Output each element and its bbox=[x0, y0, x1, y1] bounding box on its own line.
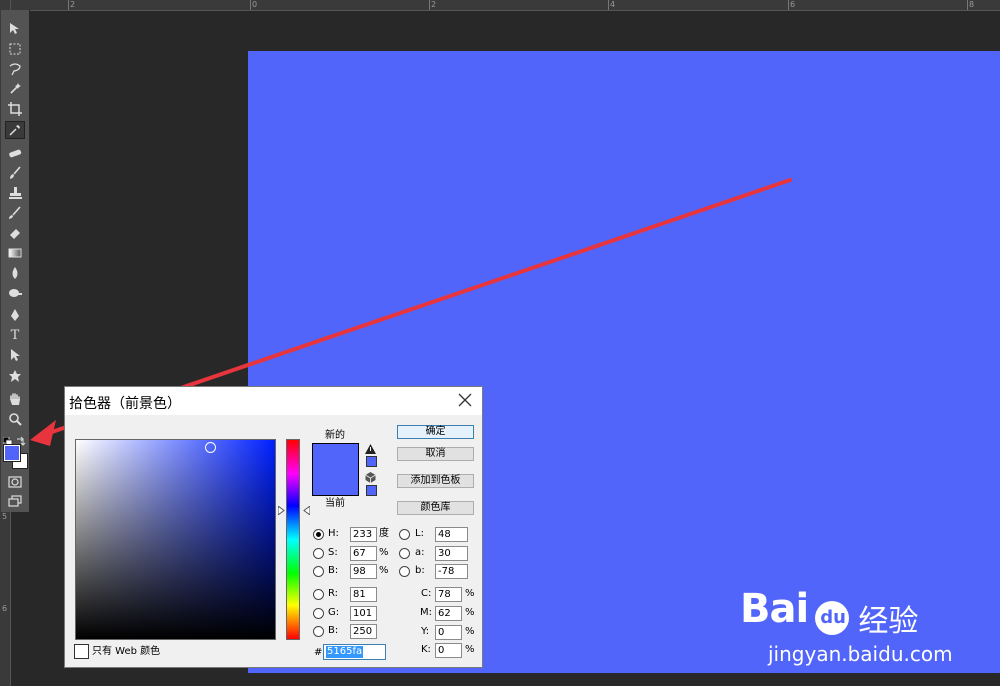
new-color-swatch bbox=[312, 443, 359, 496]
add-to-swatches-button[interactable]: 添加到色板 bbox=[397, 474, 474, 488]
dialog-titlebar[interactable]: 拾色器（前景色） bbox=[65, 387, 482, 415]
hue-slider-handle-left[interactable] bbox=[277, 505, 285, 518]
cyan-label: C: bbox=[421, 588, 432, 599]
dialog-title: 拾色器（前景色） bbox=[69, 396, 181, 412]
ok-button[interactable]: 确定 bbox=[397, 425, 474, 439]
color-libraries-button[interactable]: 颜色库 bbox=[397, 501, 474, 515]
cyan-unit: % bbox=[465, 588, 475, 599]
brightness-field[interactable]: 98 bbox=[350, 564, 377, 579]
close-button[interactable] bbox=[458, 393, 472, 407]
magenta-unit: % bbox=[465, 607, 475, 618]
black-unit: % bbox=[465, 644, 475, 655]
brightness-radio[interactable] bbox=[313, 566, 324, 577]
saturation-label: S: bbox=[328, 547, 338, 558]
yellow-unit: % bbox=[465, 626, 475, 637]
hue-slider-handle-right[interactable] bbox=[303, 505, 311, 518]
lab-b-label: b: bbox=[415, 565, 425, 576]
lab-a-radio[interactable] bbox=[399, 548, 410, 559]
saturation-field[interactable]: 67 bbox=[350, 546, 377, 561]
blue-radio[interactable] bbox=[313, 626, 324, 637]
lab-l-radio[interactable] bbox=[399, 529, 410, 540]
yellow-label: Y: bbox=[421, 626, 430, 637]
saturation-brightness-field[interactable] bbox=[75, 439, 276, 640]
black-label: K: bbox=[421, 644, 431, 655]
magenta-label: M: bbox=[420, 607, 432, 618]
lab-b-radio[interactable] bbox=[399, 566, 410, 577]
current-color-label: 当前 bbox=[325, 498, 345, 509]
close-icon bbox=[458, 393, 472, 407]
hue-unit: 度 bbox=[379, 528, 389, 539]
red-label: R: bbox=[328, 588, 339, 599]
black-field[interactable]: 0 bbox=[435, 643, 462, 658]
lab-b-field[interactable]: -78 bbox=[435, 564, 468, 579]
red-radio[interactable] bbox=[313, 589, 324, 600]
color-picker-dialog: 拾色器（前景色） 新的 当前 确定 取消 添加到色板 颜色库 H: 233 度 … bbox=[64, 386, 483, 668]
saturation-unit: % bbox=[379, 547, 389, 558]
gamut-color-swatch[interactable] bbox=[366, 456, 377, 467]
green-label: G: bbox=[328, 607, 340, 618]
lab-a-field[interactable]: 30 bbox=[435, 546, 468, 561]
magenta-field[interactable]: 62 bbox=[435, 606, 462, 621]
red-field[interactable]: 81 bbox=[350, 587, 377, 602]
lab-a-label: a: bbox=[415, 547, 425, 558]
web-colors-only-checkbox[interactable] bbox=[74, 644, 89, 659]
blue-field[interactable]: 250 bbox=[350, 624, 377, 639]
brightness-label: B: bbox=[328, 565, 339, 576]
lab-l-label: L: bbox=[415, 528, 424, 539]
yellow-field[interactable]: 0 bbox=[435, 625, 462, 640]
hue-label: H: bbox=[328, 528, 339, 539]
hex-label: # bbox=[314, 647, 323, 658]
green-radio[interactable] bbox=[313, 608, 324, 619]
hue-slider[interactable] bbox=[286, 439, 300, 640]
web-safe-warning-icon[interactable] bbox=[365, 472, 376, 486]
web-safe-color-swatch[interactable] bbox=[366, 485, 377, 496]
brightness-unit: % bbox=[379, 565, 389, 576]
color-selection-marker[interactable] bbox=[205, 442, 216, 453]
green-field[interactable]: 101 bbox=[350, 606, 377, 621]
blue-label: B: bbox=[328, 625, 339, 636]
saturation-radio[interactable] bbox=[313, 548, 324, 559]
cancel-button[interactable]: 取消 bbox=[397, 447, 474, 461]
web-colors-only-label: 只有 Web 颜色 bbox=[92, 646, 161, 657]
lab-l-field[interactable]: 48 bbox=[435, 527, 468, 542]
cyan-field[interactable]: 78 bbox=[435, 587, 462, 602]
new-color-label: 新的 bbox=[325, 430, 345, 441]
hex-value: 5165fa bbox=[326, 646, 364, 658]
hex-field[interactable]: 5165fa bbox=[323, 644, 386, 660]
hue-field[interactable]: 233 bbox=[350, 527, 377, 542]
hue-radio[interactable] bbox=[313, 529, 324, 540]
